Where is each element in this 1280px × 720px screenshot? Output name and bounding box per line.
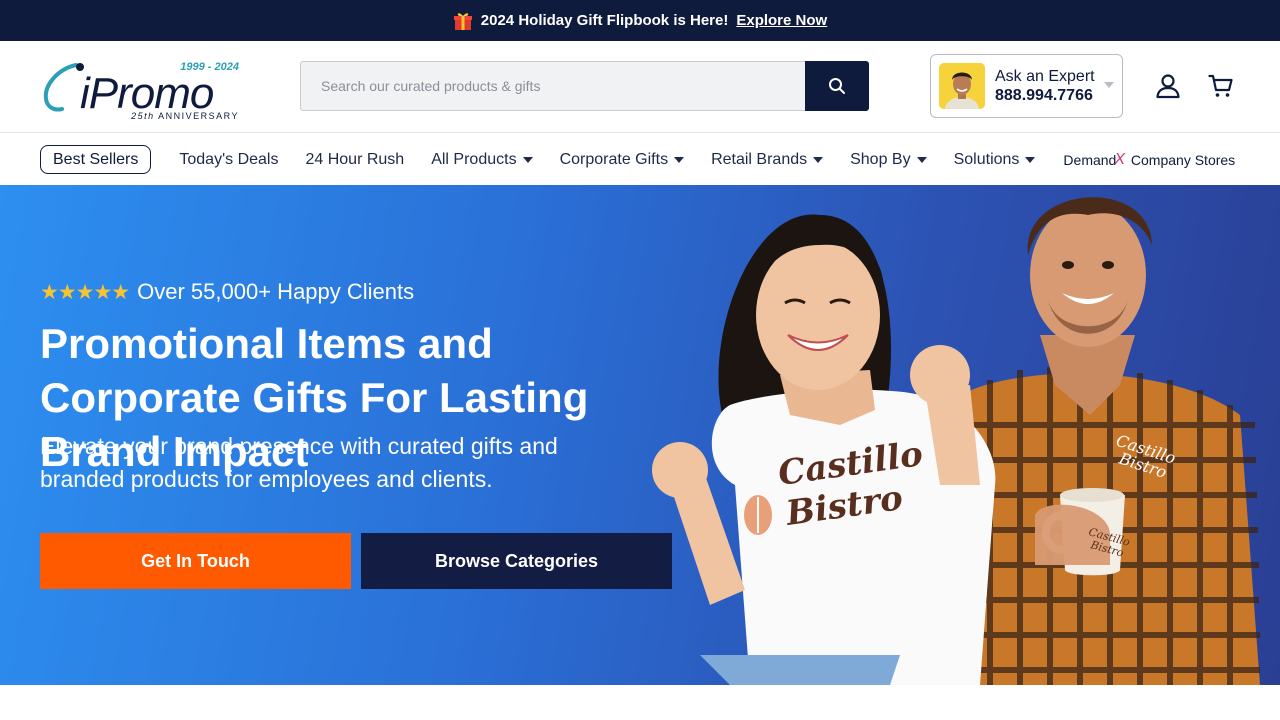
man-figure: Castillo Bistro Castillo Bistro bbox=[940, 197, 1260, 685]
chevron-down-icon bbox=[916, 157, 927, 163]
rating-text: Over 55,000+ Happy Clients bbox=[137, 279, 415, 304]
nav-label: Retail Brands bbox=[711, 150, 808, 168]
nav-best-sellers[interactable]: Best Sellers bbox=[40, 145, 152, 174]
cart-button[interactable] bbox=[1204, 69, 1238, 103]
expert-phone: 888.994.7766 bbox=[995, 87, 1093, 104]
hero-subtitle: Elevate your brand presence with curated… bbox=[40, 433, 558, 492]
nav-todays-deals[interactable]: Today's Deals bbox=[179, 151, 278, 169]
account-button[interactable] bbox=[1151, 69, 1185, 103]
rating-row: ★★★★★ Over 55,000+ Happy Clients bbox=[40, 279, 414, 305]
main-nav: Best Sellers Today's Deals 24 Hour Rush … bbox=[0, 134, 1280, 185]
nav-label: All Products bbox=[431, 150, 517, 168]
nav-solutions[interactable]: Solutions bbox=[954, 151, 1036, 169]
user-icon bbox=[1156, 74, 1180, 99]
hero-banner: ★★★★★ Over 55,000+ Happy Clients Promoti… bbox=[0, 185, 1280, 685]
nav-retail-brands[interactable]: Retail Brands bbox=[711, 150, 824, 169]
demandx-logo-left: Demand bbox=[1063, 151, 1117, 168]
nav-corporate-gifts[interactable]: Corporate Gifts bbox=[559, 150, 685, 169]
browse-categories-button[interactable]: Browse Categories bbox=[361, 533, 672, 589]
nav-shop-by[interactable]: Shop By bbox=[850, 150, 927, 169]
chevron-down-icon bbox=[522, 157, 533, 163]
nav-label: 24 Hour Rush bbox=[305, 150, 405, 168]
chevron-down-icon bbox=[1025, 157, 1036, 163]
nav-label: Corporate Gifts bbox=[559, 150, 669, 168]
logo-anniversary: 25th ANNIVERSARY bbox=[131, 111, 239, 121]
expert-avatar bbox=[939, 63, 985, 109]
promo-text: 2024 Holiday Gift Flipbook is Here! bbox=[480, 12, 729, 29]
get-in-touch-button[interactable]: Get In Touch bbox=[40, 533, 351, 589]
nav-demandx-company-stores[interactable]: Demand X Company Stores bbox=[1063, 151, 1235, 169]
nav-label: Today's Deals bbox=[179, 150, 279, 168]
search-input[interactable] bbox=[300, 61, 805, 111]
woman-figure: Castillo Bistro bbox=[652, 214, 996, 685]
expert-label: Ask an Expert bbox=[995, 68, 1095, 85]
company-stores-label: Company Stores bbox=[1130, 151, 1236, 168]
logo-anniversary-num: 25th bbox=[131, 111, 155, 121]
search-button[interactable] bbox=[805, 61, 869, 111]
chevron-down-icon bbox=[813, 157, 824, 163]
site-header: 1999 - 2024 iPromo 25th ANNIVERSARY Ask … bbox=[0, 41, 1280, 133]
search-bar bbox=[300, 61, 869, 111]
nav-label: Solutions bbox=[953, 150, 1020, 168]
chevron-down-icon bbox=[1104, 82, 1114, 88]
promo-bar: 2024 Holiday Gift Flipbook is Here! Expl… bbox=[0, 0, 1280, 41]
ipromo-logo[interactable]: 1999 - 2024 iPromo 25th ANNIVERSARY bbox=[40, 51, 245, 125]
ask-an-expert-button[interactable]: Ask an Expert 888.994.7766 bbox=[930, 54, 1123, 118]
nav-all-products[interactable]: All Products bbox=[431, 150, 533, 169]
nav-label: Shop By bbox=[850, 150, 911, 168]
star-rating-icon: ★★★★★ bbox=[40, 280, 130, 304]
chevron-down-icon bbox=[674, 157, 685, 163]
page-below-fold bbox=[0, 685, 1280, 720]
search-icon bbox=[829, 78, 845, 94]
cart-icon bbox=[1208, 74, 1233, 97]
logo-anniversary-text: ANNIVERSARY bbox=[158, 111, 239, 121]
demandx-logo-x: X bbox=[1114, 150, 1126, 168]
explore-now-link[interactable]: Explore Now bbox=[736, 12, 827, 29]
hero-people-image: Castillo Bistro Castillo Bistro Castillo… bbox=[652, 197, 1260, 685]
gift-icon bbox=[453, 12, 472, 30]
nav-24-hour-rush[interactable]: 24 Hour Rush bbox=[305, 151, 404, 169]
